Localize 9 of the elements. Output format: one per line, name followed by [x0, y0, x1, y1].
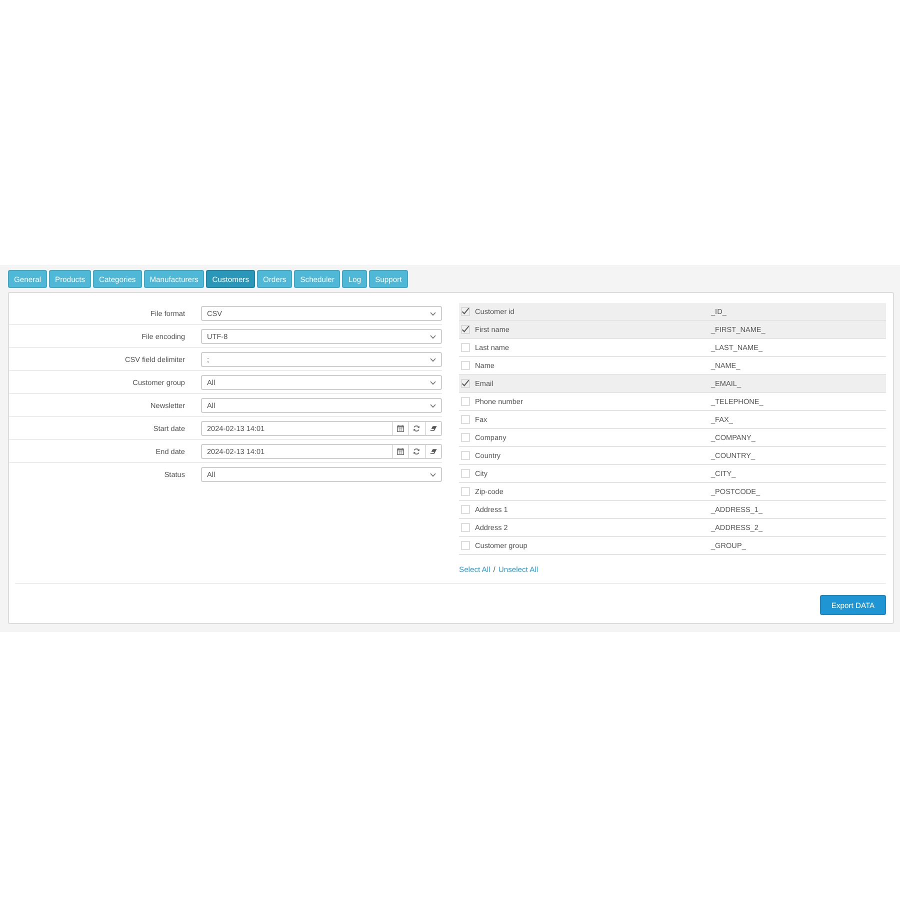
caret-icon	[430, 334, 436, 338]
checkbox[interactable]	[461, 379, 470, 388]
caret-icon	[430, 404, 436, 408]
checkbox[interactable]	[461, 325, 470, 334]
caret-icon	[430, 380, 436, 384]
caret-icon	[430, 472, 436, 476]
checkbox[interactable]	[461, 307, 470, 316]
caret-icon	[430, 312, 436, 316]
caret-icon	[430, 358, 436, 362]
